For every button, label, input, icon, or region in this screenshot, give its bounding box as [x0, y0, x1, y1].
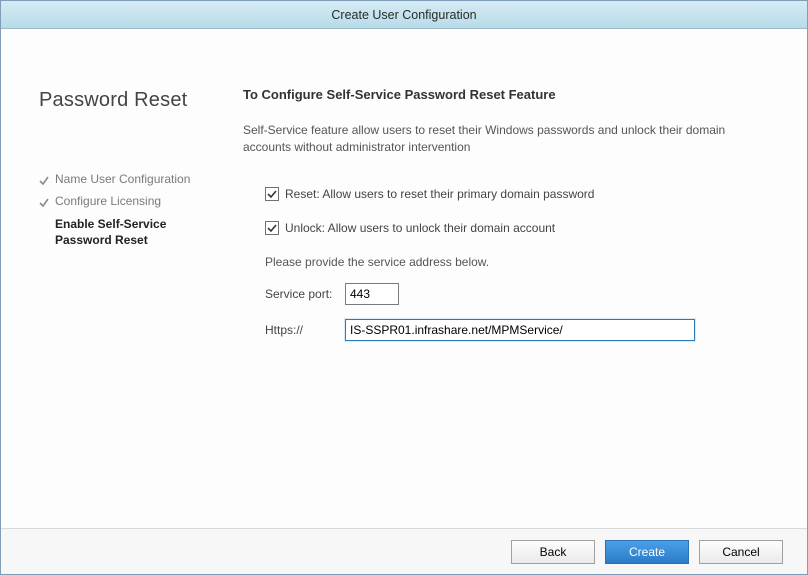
step-name-user-config[interactable]: Name User Configuration	[39, 172, 219, 186]
port-label: Service port:	[265, 287, 345, 301]
step-configure-licensing[interactable]: Configure Licensing	[39, 194, 219, 208]
wizard-window: Create User Configuration Password Reset…	[0, 0, 808, 575]
checkbox-reset-label: Reset: Allow users to reset their primar…	[285, 187, 594, 201]
port-row: Service port:	[265, 283, 773, 305]
check-icon	[39, 197, 49, 207]
check-reset-row: Reset: Allow users to reset their primar…	[265, 187, 773, 201]
step-label: Configure Licensing	[55, 194, 161, 208]
https-input[interactable]	[345, 319, 695, 341]
step-enable-sspr[interactable]: Enable Self-Service Password Reset	[39, 216, 219, 248]
wizard-body: Password Reset Name User Configuration C…	[1, 29, 807, 528]
service-prompt: Please provide the service address below…	[265, 255, 773, 269]
window-title: Create User Configuration	[331, 8, 476, 22]
footer: Back Create Cancel	[1, 528, 807, 574]
section-title: Password Reset	[39, 89, 219, 112]
checkbox-unlock-label: Unlock: Allow users to unlock their doma…	[285, 221, 555, 235]
cancel-button[interactable]: Cancel	[699, 540, 783, 564]
checkbox-reset[interactable]	[265, 187, 279, 201]
step-label: Enable Self-Service Password Reset	[55, 216, 219, 248]
https-label: Https://	[265, 323, 345, 337]
description: Self-Service feature allow users to rese…	[243, 122, 773, 157]
port-input[interactable]	[345, 283, 399, 305]
wizard-steps: Name User Configuration Configure Licens…	[39, 172, 219, 248]
right-pane: To Configure Self-Service Password Reset…	[219, 29, 807, 528]
checkbox-unlock[interactable]	[265, 221, 279, 235]
step-label: Name User Configuration	[55, 172, 190, 186]
back-button[interactable]: Back	[511, 540, 595, 564]
check-unlock-row: Unlock: Allow users to unlock their doma…	[265, 221, 773, 235]
left-pane: Password Reset Name User Configuration C…	[1, 29, 219, 528]
content-title: To Configure Self-Service Password Reset…	[243, 87, 773, 102]
create-button[interactable]: Create	[605, 540, 689, 564]
check-icon	[39, 175, 49, 185]
titlebar: Create User Configuration	[1, 1, 807, 29]
https-row: Https://	[265, 319, 773, 341]
